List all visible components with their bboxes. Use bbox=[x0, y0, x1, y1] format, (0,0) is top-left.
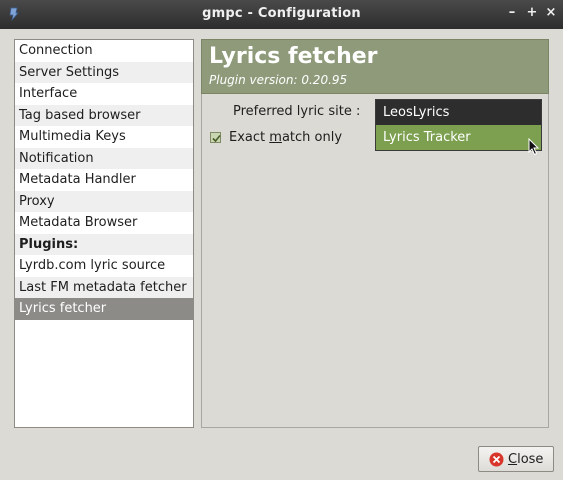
title-bar[interactable]: gmpc - Configuration – + × bbox=[0, 0, 563, 29]
sidebar-plugins-header: Plugins: bbox=[15, 233, 193, 255]
settings-category-list[interactable]: Connection Server Settings Interface Tag… bbox=[14, 39, 194, 428]
sidebar-item-lyrdb[interactable]: Lyrdb.com lyric source bbox=[15, 255, 193, 277]
sidebar-item-metadata-browser[interactable]: Metadata Browser bbox=[15, 212, 193, 234]
sidebar-item-tag-browser[interactable]: Tag based browser bbox=[15, 104, 193, 126]
close-icon bbox=[489, 452, 504, 467]
sidebar-item-metadata-handler[interactable]: Metadata Handler bbox=[15, 169, 193, 191]
sidebar-item-notification[interactable]: Notification bbox=[15, 147, 193, 169]
sidebar-item-interface[interactable]: Interface bbox=[15, 83, 193, 105]
close-button[interactable]: Close bbox=[478, 446, 554, 472]
mouse-cursor-icon bbox=[528, 138, 540, 156]
plugin-title: Lyrics fetcher bbox=[209, 44, 378, 69]
window-title: gmpc - Configuration bbox=[202, 6, 361, 21]
minimize-button[interactable]: – bbox=[505, 5, 519, 21]
sidebar-item-proxy[interactable]: Proxy bbox=[15, 190, 193, 212]
exact-match-checkbox[interactable] bbox=[210, 132, 221, 143]
sidebar-item-lyrics-fetcher[interactable]: Lyrics fetcher bbox=[15, 298, 193, 320]
close-window-button[interactable]: × bbox=[544, 5, 558, 21]
preferred-lyric-site-label: Preferred lyric site : bbox=[233, 104, 361, 119]
lyric-site-dropdown[interactable]: LeosLyrics Lyrics Tracker bbox=[375, 99, 542, 151]
sidebar-item-lastfm[interactable]: Last FM metadata fetcher bbox=[15, 276, 193, 298]
dropdown-option-leoslyrics[interactable]: LeosLyrics bbox=[376, 100, 541, 125]
exact-match-label[interactable]: Exact match only bbox=[229, 130, 342, 145]
plugin-settings-panel bbox=[201, 39, 549, 428]
checkmark-icon bbox=[212, 134, 221, 143]
sidebar-item-multimedia-keys[interactable]: Multimedia Keys bbox=[15, 126, 193, 148]
dropdown-option-lyrics-tracker[interactable]: Lyrics Tracker bbox=[376, 125, 541, 150]
close-button-label: Close bbox=[508, 452, 544, 467]
plugin-version: Plugin version: 0.20.95 bbox=[209, 73, 348, 87]
sidebar-item-connection[interactable]: Connection bbox=[15, 40, 193, 62]
sidebar-item-server-settings[interactable]: Server Settings bbox=[15, 61, 193, 83]
plugin-header: Lyrics fetcher Plugin version: 0.20.95 bbox=[201, 39, 549, 94]
maximize-button[interactable]: + bbox=[525, 5, 539, 21]
